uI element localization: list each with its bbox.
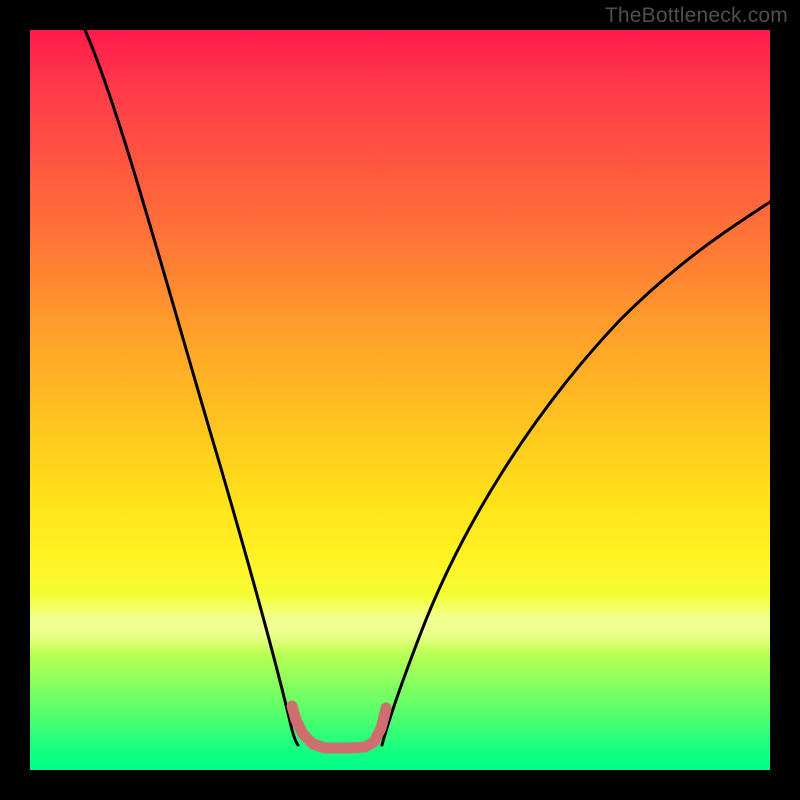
right-curve (382, 202, 770, 745)
chart-frame: TheBottleneck.com (0, 0, 800, 800)
left-curve (85, 30, 298, 745)
watermark-text: TheBottleneck.com (605, 4, 788, 28)
plot-area (30, 30, 770, 770)
curve-layer (30, 30, 770, 770)
valley-marker (292, 706, 386, 748)
